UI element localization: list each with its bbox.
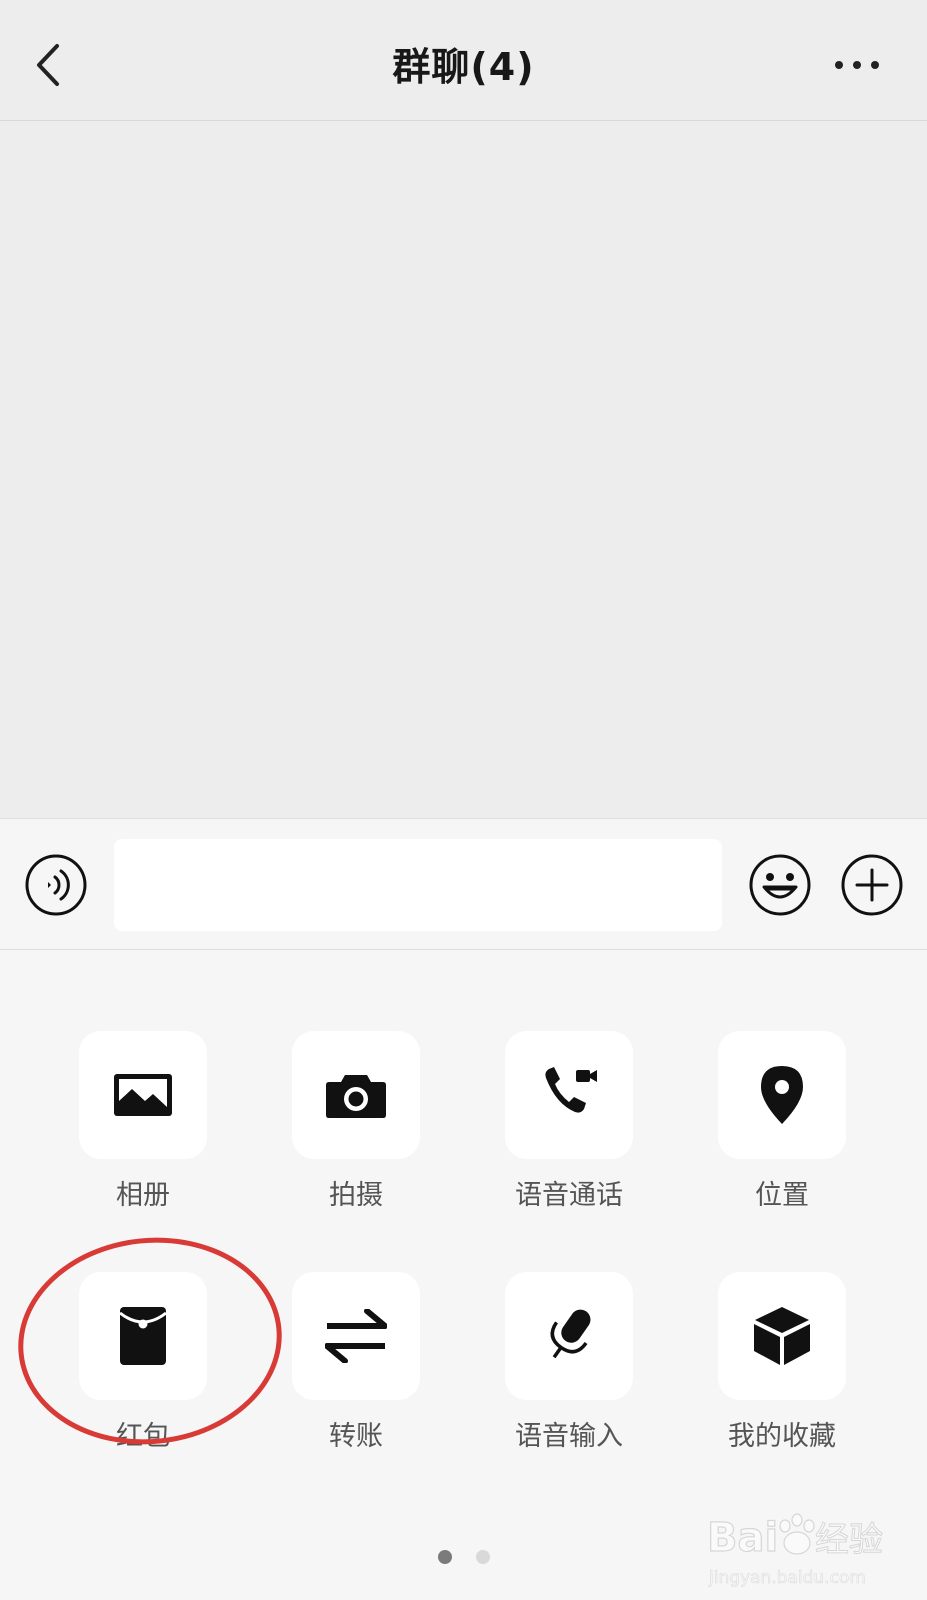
page-title: 群聊(4) — [392, 45, 535, 89]
camera-tile[interactable]: 拍摄 — [292, 1031, 420, 1212]
voice-wave-icon — [25, 854, 87, 916]
voice-call-tile[interactable]: 语音通话 — [505, 1031, 633, 1212]
camera-icon — [326, 1075, 386, 1118]
tile-label: 转账 — [329, 1421, 383, 1452]
more-functions-button[interactable] — [840, 853, 904, 917]
tile-box — [718, 1272, 846, 1400]
location-pin-icon — [761, 1066, 803, 1124]
baidu-watermark: Bai 经验 jingyan.baidu.com — [706, 1503, 897, 1593]
message-input[interactable] — [114, 839, 722, 931]
smiley-face-icon — [749, 854, 811, 916]
tile-box — [292, 1031, 420, 1159]
tile-label: 相册 — [116, 1180, 170, 1211]
location-tile[interactable]: 位置 — [718, 1031, 846, 1212]
voice-input-tile[interactable]: 语音输入 — [505, 1272, 633, 1453]
more-options-button[interactable] — [827, 40, 887, 90]
favorites-tile[interactable]: 我的收藏 — [718, 1272, 846, 1453]
svg-text:jingyan.baidu.com: jingyan.baidu.com — [708, 1568, 866, 1588]
voice-video-call-icon — [545, 1067, 597, 1113]
voice-mode-button[interactable] — [24, 853, 88, 917]
album-tile[interactable]: 相册 — [79, 1031, 207, 1212]
transfer-arrows-icon — [325, 1309, 387, 1363]
input-toolbar — [0, 818, 927, 950]
navigation-bar: 群聊(4) — [0, 0, 927, 121]
more-dots-icon — [835, 61, 879, 69]
microphone-icon — [550, 1309, 591, 1359]
photo-album-icon — [114, 1074, 172, 1116]
svg-text:经验: 经验 — [815, 1520, 883, 1560]
tile-label: 语音通话 — [515, 1180, 623, 1211]
cube-favorites-icon — [754, 1307, 810, 1365]
message-list[interactable] — [0, 121, 927, 817]
plus-circle-icon — [841, 854, 903, 916]
svg-text:Bai: Bai — [707, 1515, 778, 1561]
tile-box — [505, 1272, 633, 1400]
tile-box — [505, 1031, 633, 1159]
tile-box — [79, 1031, 207, 1159]
tile-label: 位置 — [755, 1180, 809, 1211]
chat-screen: 群聊(4) 相册 拍摄 语音通话 位置 红包 转账 语音输入 我的收藏 Bai … — [0, 0, 927, 1600]
tile-box — [718, 1031, 846, 1159]
page-dot-inactive[interactable] — [475, 1550, 490, 1564]
tile-label: 语音输入 — [515, 1421, 623, 1452]
emoji-button[interactable] — [748, 853, 812, 917]
page-dot-active[interactable] — [437, 1550, 452, 1564]
tile-label: 拍摄 — [329, 1180, 383, 1211]
tile-label: 我的收藏 — [728, 1421, 836, 1452]
baidu-paw-logo: Bai 经验 jingyan.baidu.com — [706, 1513, 884, 1588]
tile-box — [292, 1272, 420, 1400]
transfer-tile[interactable]: 转账 — [292, 1272, 420, 1453]
